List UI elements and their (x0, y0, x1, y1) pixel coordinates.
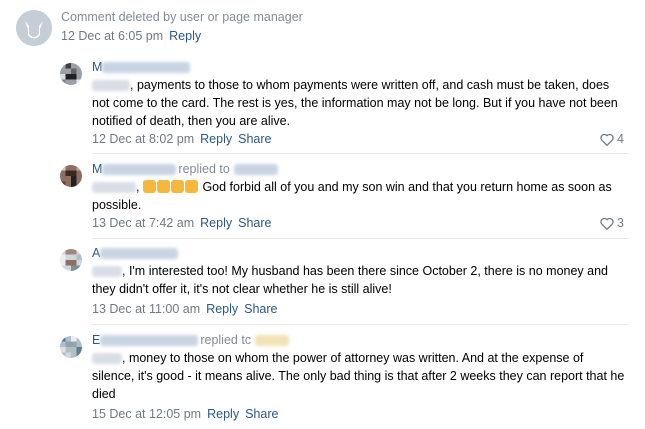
comment-date: 12 Dec at 8:02 pm (92, 132, 195, 146)
comment-meta: 13 Dec at 11:00 am Reply Share (92, 302, 278, 316)
blurred-mention (92, 266, 122, 278)
comment-item: Ereplied tc , money to those on whom the… (60, 333, 630, 425)
divider (92, 238, 629, 239)
blurred-name (233, 164, 278, 176)
author-row: Ereplied tc (92, 333, 290, 349)
comment-meta: 12 Dec at 8:02 pm Reply Share (92, 132, 271, 146)
blurred-name (100, 335, 199, 347)
comment-body: , money to those on whom the power of at… (92, 351, 625, 401)
share-button[interactable]: Share (244, 302, 277, 316)
author-row: A (92, 246, 179, 262)
like-button[interactable]: 3 (600, 216, 624, 230)
divider (92, 324, 629, 325)
blurred-mention (92, 80, 130, 92)
replied-to-label: replied tc (200, 333, 252, 347)
dog-avatar-icon (16, 10, 52, 46)
folded-hands-icon (142, 180, 199, 194)
comment-item: M , payments to those to whom payments w… (60, 60, 630, 150)
comment-body: , I'm interested too! My husband has bee… (92, 264, 608, 296)
replied-to-label: replied to (178, 162, 230, 176)
author-name[interactable]: A (92, 246, 100, 260)
comment-date: 13 Dec at 7:42 am (92, 216, 195, 230)
share-button[interactable]: Share (238, 216, 271, 230)
comment-item: Mreplied to , God forbid all of you and … (60, 162, 630, 234)
comment-text: , payments to those to whom payments wer… (92, 76, 626, 130)
reply-button[interactable]: Reply (207, 407, 239, 421)
divider (92, 153, 629, 154)
comment-text: , money to those on whom the power of at… (92, 349, 626, 403)
comment-meta: 15 Dec at 12:05 pm Reply Share (92, 407, 278, 421)
heart-icon (600, 133, 614, 146)
reply-button[interactable]: Reply (206, 302, 238, 316)
avatar[interactable] (60, 63, 82, 85)
comment-body: , payments to those to whom payments wer… (92, 78, 618, 128)
comment-date: 13 Dec at 11:00 am (92, 302, 201, 316)
like-button[interactable]: 4 (600, 132, 624, 146)
deleted-comment: Comment deleted by user or page manager … (16, 8, 636, 52)
comment-meta: 13 Dec at 7:42 am Reply Share (92, 216, 271, 230)
blurred-name (102, 62, 191, 74)
blurred-mention (92, 182, 136, 194)
blurred-name (255, 335, 290, 347)
author-name[interactable]: M (92, 162, 102, 176)
deleted-comment-meta: 12 Dec at 6:05 pm Reply (61, 29, 201, 43)
comment-text: , I'm interested too! My husband has bee… (92, 262, 626, 298)
share-button[interactable]: Share (238, 132, 271, 146)
like-count: 4 (617, 132, 624, 146)
avatar[interactable] (60, 249, 82, 271)
blurred-name (102, 164, 177, 176)
comment-date: 12 Dec at 6:05 pm (61, 29, 164, 43)
heart-icon (600, 217, 614, 230)
author-name[interactable]: E (92, 333, 100, 347)
author-row: M (92, 60, 191, 76)
deleted-comment-text: Comment deleted by user or page manager (61, 10, 303, 24)
reply-button[interactable]: Reply (169, 29, 201, 43)
author-name[interactable]: M (92, 60, 102, 74)
comment-item: A , I'm interested too! My husband has b… (60, 246, 630, 320)
blurred-mention (92, 353, 122, 365)
avatar[interactable] (60, 336, 82, 358)
avatar[interactable] (60, 165, 82, 187)
author-row: Mreplied to (92, 162, 278, 178)
comment-date: 15 Dec at 12:05 pm (92, 407, 202, 421)
share-button[interactable]: Share (245, 407, 278, 421)
reply-button[interactable]: Reply (200, 132, 232, 146)
reply-button[interactable]: Reply (200, 216, 232, 230)
blurred-name (100, 248, 179, 260)
like-count: 3 (617, 216, 624, 230)
comment-text: , God forbid all of you and my son win a… (92, 180, 612, 212)
